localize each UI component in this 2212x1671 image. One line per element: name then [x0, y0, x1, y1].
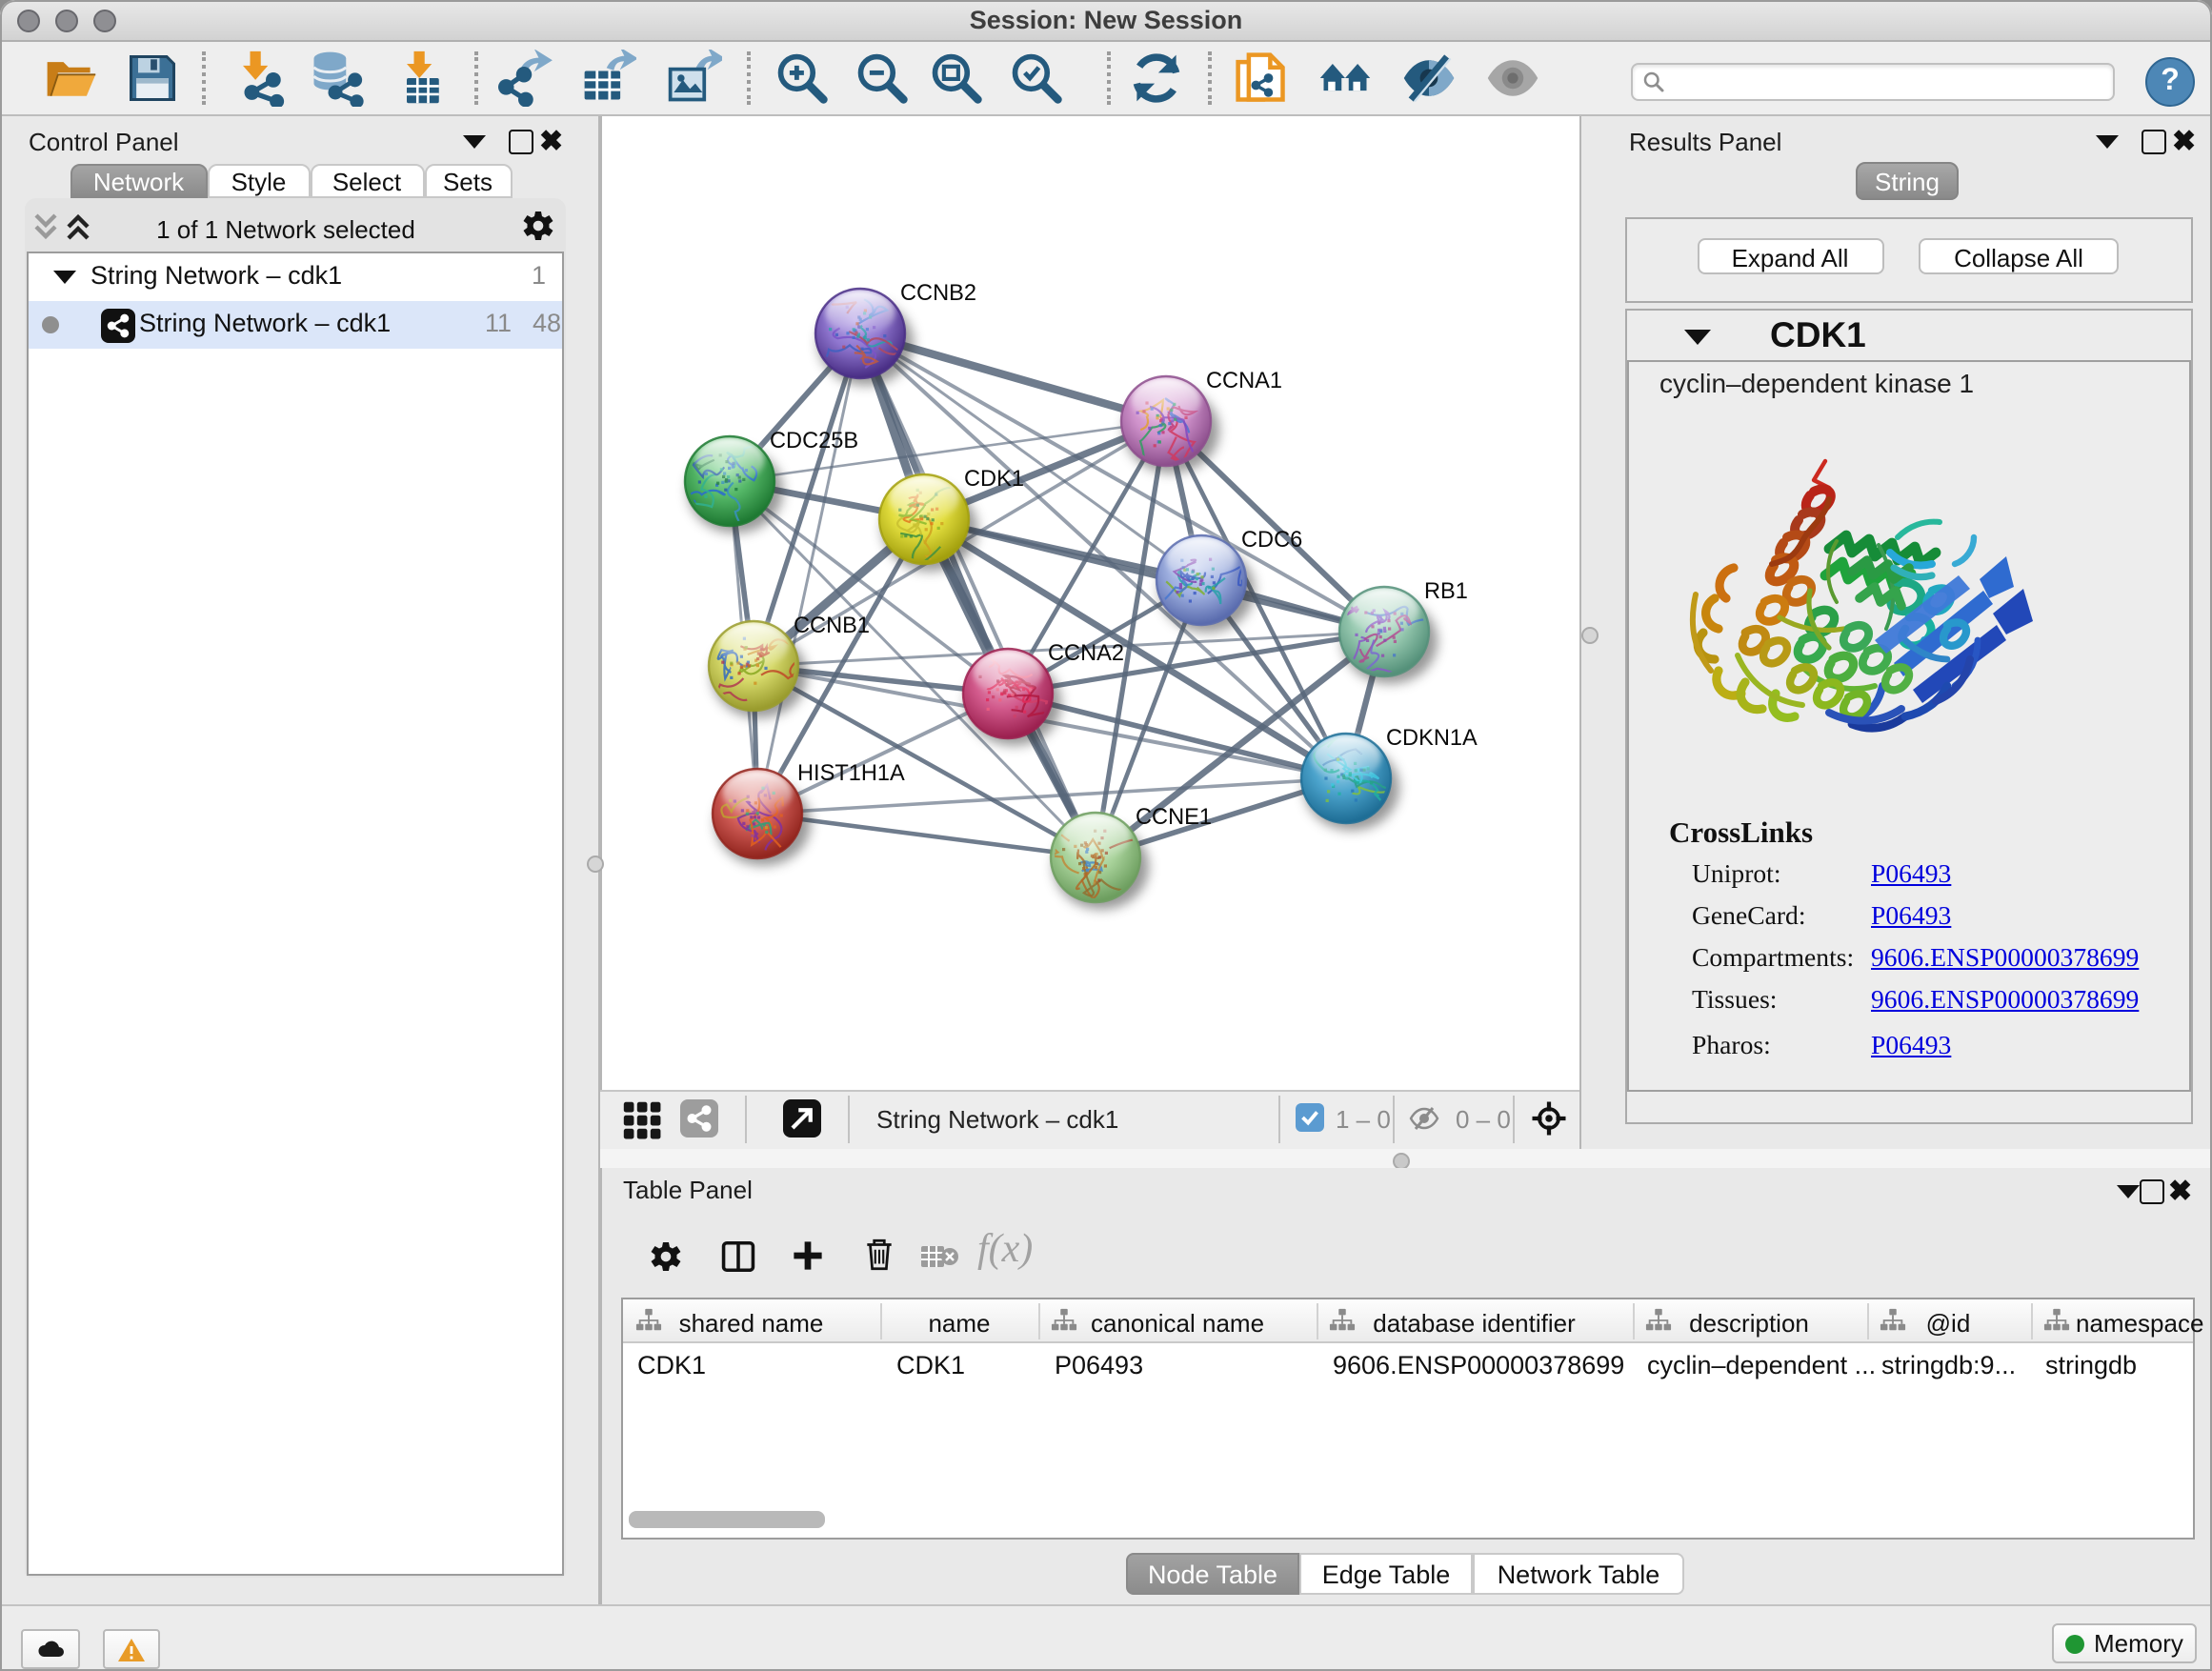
svg-text:CCNA1: CCNA1: [1206, 369, 1282, 393]
svg-text:CDC6: CDC6: [1241, 528, 1302, 553]
svg-text:HIST1H1A: HIST1H1A: [797, 761, 905, 786]
svg-text:CCNB1: CCNB1: [794, 614, 870, 638]
svg-text:CCNE1: CCNE1: [1136, 805, 1212, 830]
svg-text:CDKN1A: CDKN1A: [1386, 726, 1478, 751]
svg-text:CDC25B: CDC25B: [770, 429, 858, 453]
svg-text:RB1: RB1: [1424, 579, 1468, 604]
svg-text:CDK1: CDK1: [964, 467, 1024, 492]
svg-text:CCNB2: CCNB2: [900, 281, 976, 306]
svg-text:CCNA2: CCNA2: [1048, 641, 1124, 666]
